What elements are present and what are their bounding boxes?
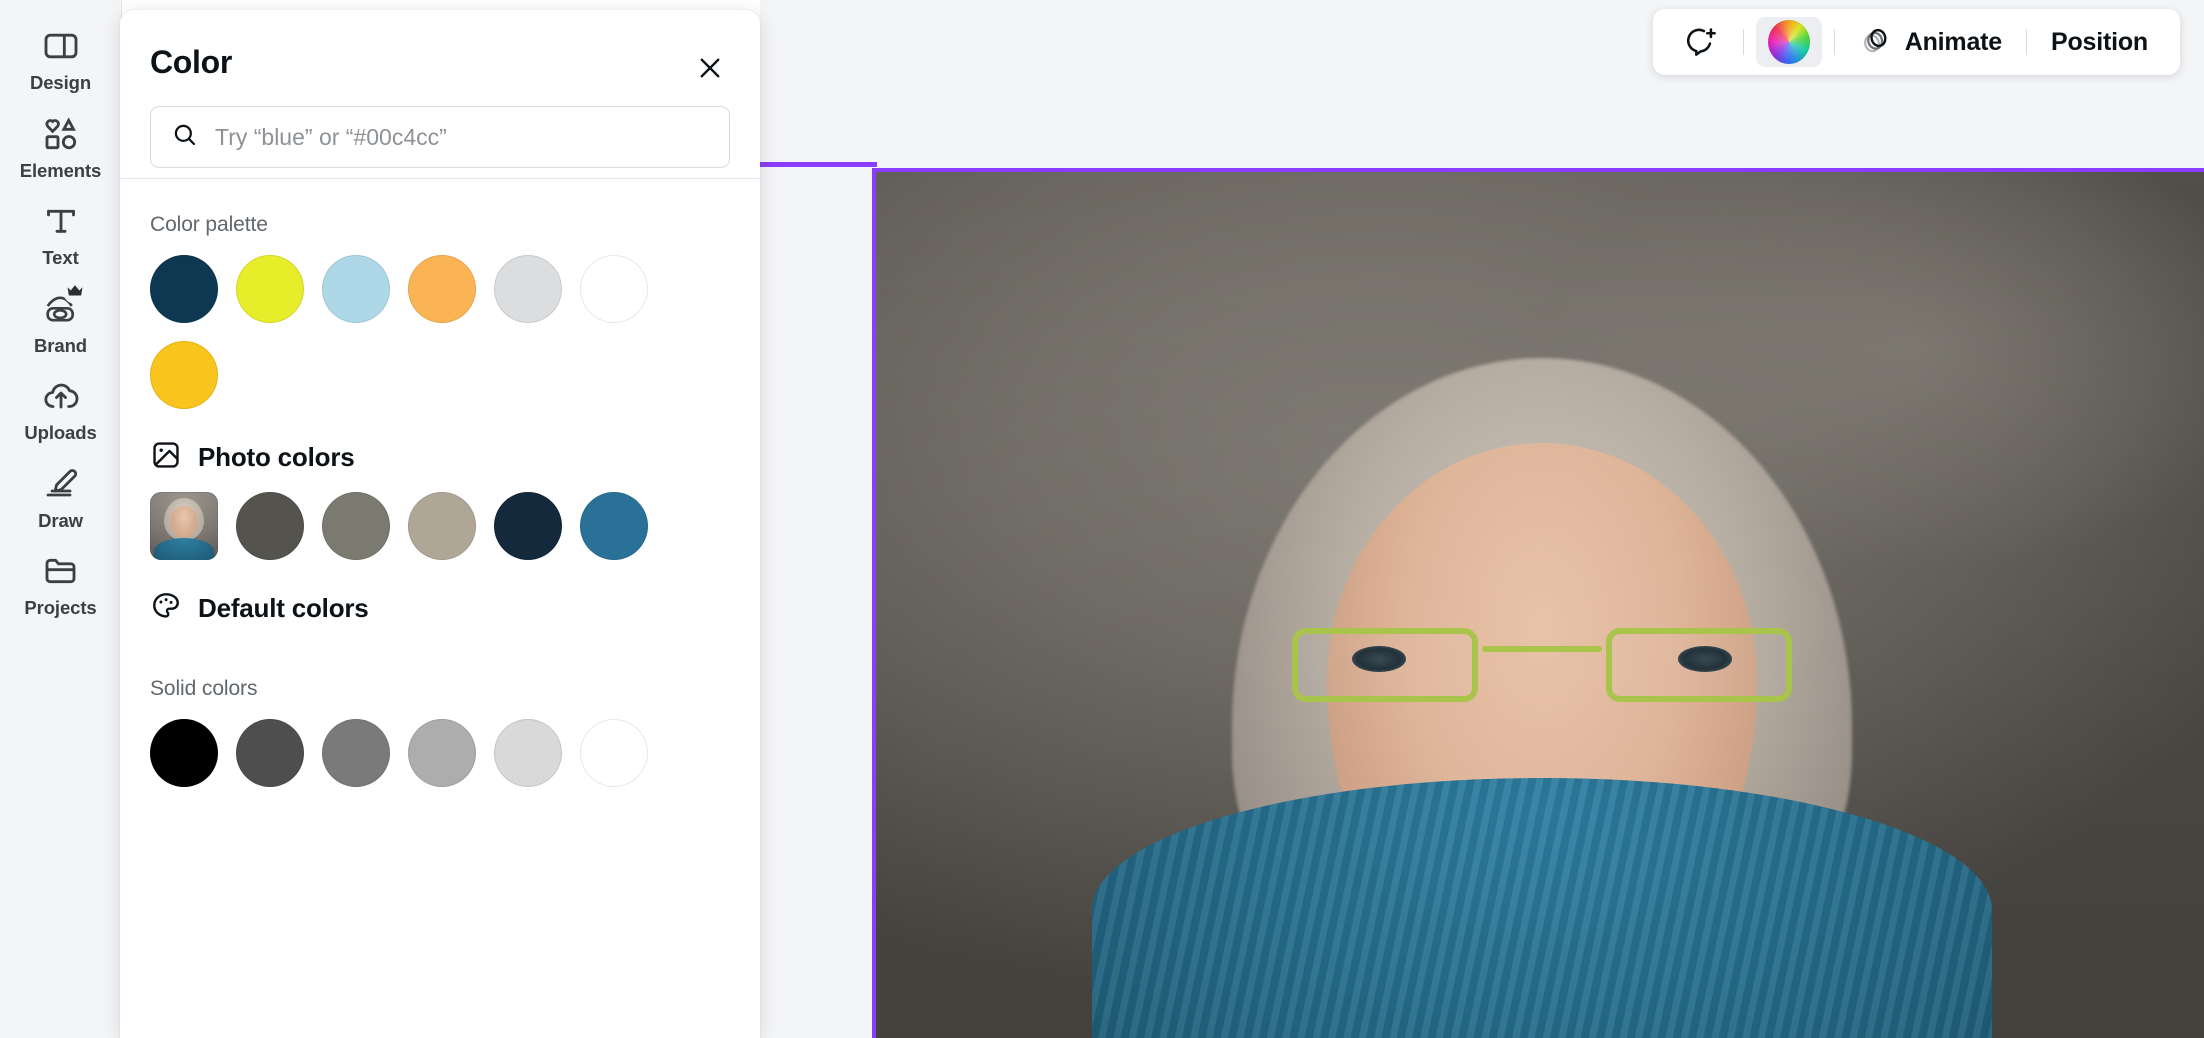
left-sidebar: Design Elements Text Brand Uploads Draw … xyxy=(0,0,122,1038)
swatch-photo-thumbnail[interactable] xyxy=(150,492,218,560)
glasses-bridge xyxy=(1482,646,1602,652)
swatch-steel-blue[interactable] xyxy=(580,492,648,560)
sidebar-item-text[interactable]: Text xyxy=(6,189,116,277)
section-header: Photo colors xyxy=(120,409,760,492)
swatch-taupe[interactable] xyxy=(408,492,476,560)
swatch-yellow-green[interactable] xyxy=(236,255,304,323)
color-palette-swatches xyxy=(120,255,720,409)
color-panel-body[interactable]: Color palette Photo colors Default color… xyxy=(120,179,760,1038)
photo-scarf xyxy=(1092,778,1992,1038)
photo-right-eye xyxy=(1678,646,1732,672)
section-header: Default colors xyxy=(120,560,760,643)
section-color-palette: Color palette xyxy=(120,179,760,409)
comment-add-icon[interactable] xyxy=(1673,17,1731,67)
sidebar-item-uploads[interactable]: Uploads xyxy=(6,364,116,452)
position-label: Position xyxy=(2050,27,2148,56)
sidebar-item-elements[interactable]: Elements xyxy=(6,102,116,190)
swatch-white[interactable] xyxy=(580,255,648,323)
swatch-golden-yellow[interactable] xyxy=(150,341,218,409)
uploads-icon xyxy=(40,375,82,417)
sidebar-label: Uploads xyxy=(24,422,97,443)
top-toolbar: Animate Position xyxy=(1652,9,2180,75)
image-icon xyxy=(150,439,182,476)
swatch-black[interactable] xyxy=(150,719,218,787)
section-sub-label: Solid colors xyxy=(150,677,258,700)
canvas-area[interactable] xyxy=(760,0,2204,1038)
swatch-white[interactable] xyxy=(580,719,648,787)
animate-label: Animate xyxy=(1904,27,2002,56)
toolbar-separator xyxy=(1833,29,1835,55)
portrait-photo[interactable] xyxy=(872,168,2204,1038)
swatch-pale-gray[interactable] xyxy=(494,719,562,787)
color-wheel-icon xyxy=(1767,20,1810,64)
color-wheel-swatch[interactable] xyxy=(1755,17,1822,67)
projects-icon xyxy=(40,550,82,592)
close-icon[interactable] xyxy=(682,40,738,96)
section-default-colors: Default colors Solid colors xyxy=(120,560,760,787)
sidebar-label: Elements xyxy=(19,159,102,181)
toolbar-separator xyxy=(2025,29,2027,55)
sidebar-item-brand[interactable]: Brand xyxy=(6,277,116,365)
color-panel-header: Color xyxy=(120,10,760,178)
photo-colors-swatches xyxy=(120,492,720,560)
animate-icon xyxy=(1859,24,1893,61)
text-icon xyxy=(40,200,82,242)
search-input[interactable] xyxy=(215,123,709,151)
swatch-silver[interactable] xyxy=(408,719,476,787)
sidebar-item-projects[interactable]: Projects xyxy=(6,539,116,627)
animate-button[interactable]: Animate xyxy=(1847,17,2014,67)
section-title: Default colors xyxy=(198,593,369,623)
sidebar-label: Text xyxy=(42,247,79,268)
sidebar-label: Brand xyxy=(34,334,87,356)
toolbar-separator xyxy=(1742,29,1744,55)
design-icon xyxy=(40,25,82,67)
panel-title: Color xyxy=(150,44,233,80)
sidebar-label: Draw xyxy=(38,509,83,531)
elements-icon xyxy=(40,113,82,155)
sidebar-label: Design xyxy=(29,72,92,93)
selection-border-extension xyxy=(760,162,877,167)
solid-colors-swatches xyxy=(120,719,720,787)
brand-icon xyxy=(40,278,88,330)
section-photo-colors: Photo colors xyxy=(120,409,760,560)
search-icon xyxy=(171,121,199,154)
section-label: Color palette xyxy=(150,213,268,236)
sidebar-item-draw[interactable]: Draw xyxy=(6,452,116,540)
position-button[interactable]: Position xyxy=(2039,17,2160,67)
sidebar-item-design[interactable]: Design xyxy=(6,14,116,102)
search-input-wrapper[interactable] xyxy=(150,106,730,168)
swatch-gray[interactable] xyxy=(322,719,390,787)
section-title: Photo colors xyxy=(198,442,355,472)
color-panel: Color Color palette xyxy=(120,10,760,1038)
sidebar-label: Projects xyxy=(24,597,97,618)
swatch-light-blue[interactable] xyxy=(322,255,390,323)
swatch-orange[interactable] xyxy=(408,255,476,323)
swatch-dark-gray[interactable] xyxy=(236,719,304,787)
pro-crown-icon xyxy=(62,278,88,304)
swatch-medium-gray[interactable] xyxy=(322,492,390,560)
draw-icon xyxy=(40,463,82,505)
photo-left-eye xyxy=(1352,646,1406,672)
swatch-light-gray[interactable] xyxy=(494,255,562,323)
palette-icon xyxy=(150,590,182,627)
swatch-dark-navy[interactable] xyxy=(150,255,218,323)
selected-image-frame[interactable] xyxy=(760,162,2204,1038)
canva-editor: Design Elements Text Brand Uploads Draw … xyxy=(0,0,2204,1038)
swatch-dark-warm-gray[interactable] xyxy=(236,492,304,560)
swatch-deep-navy[interactable] xyxy=(494,492,562,560)
